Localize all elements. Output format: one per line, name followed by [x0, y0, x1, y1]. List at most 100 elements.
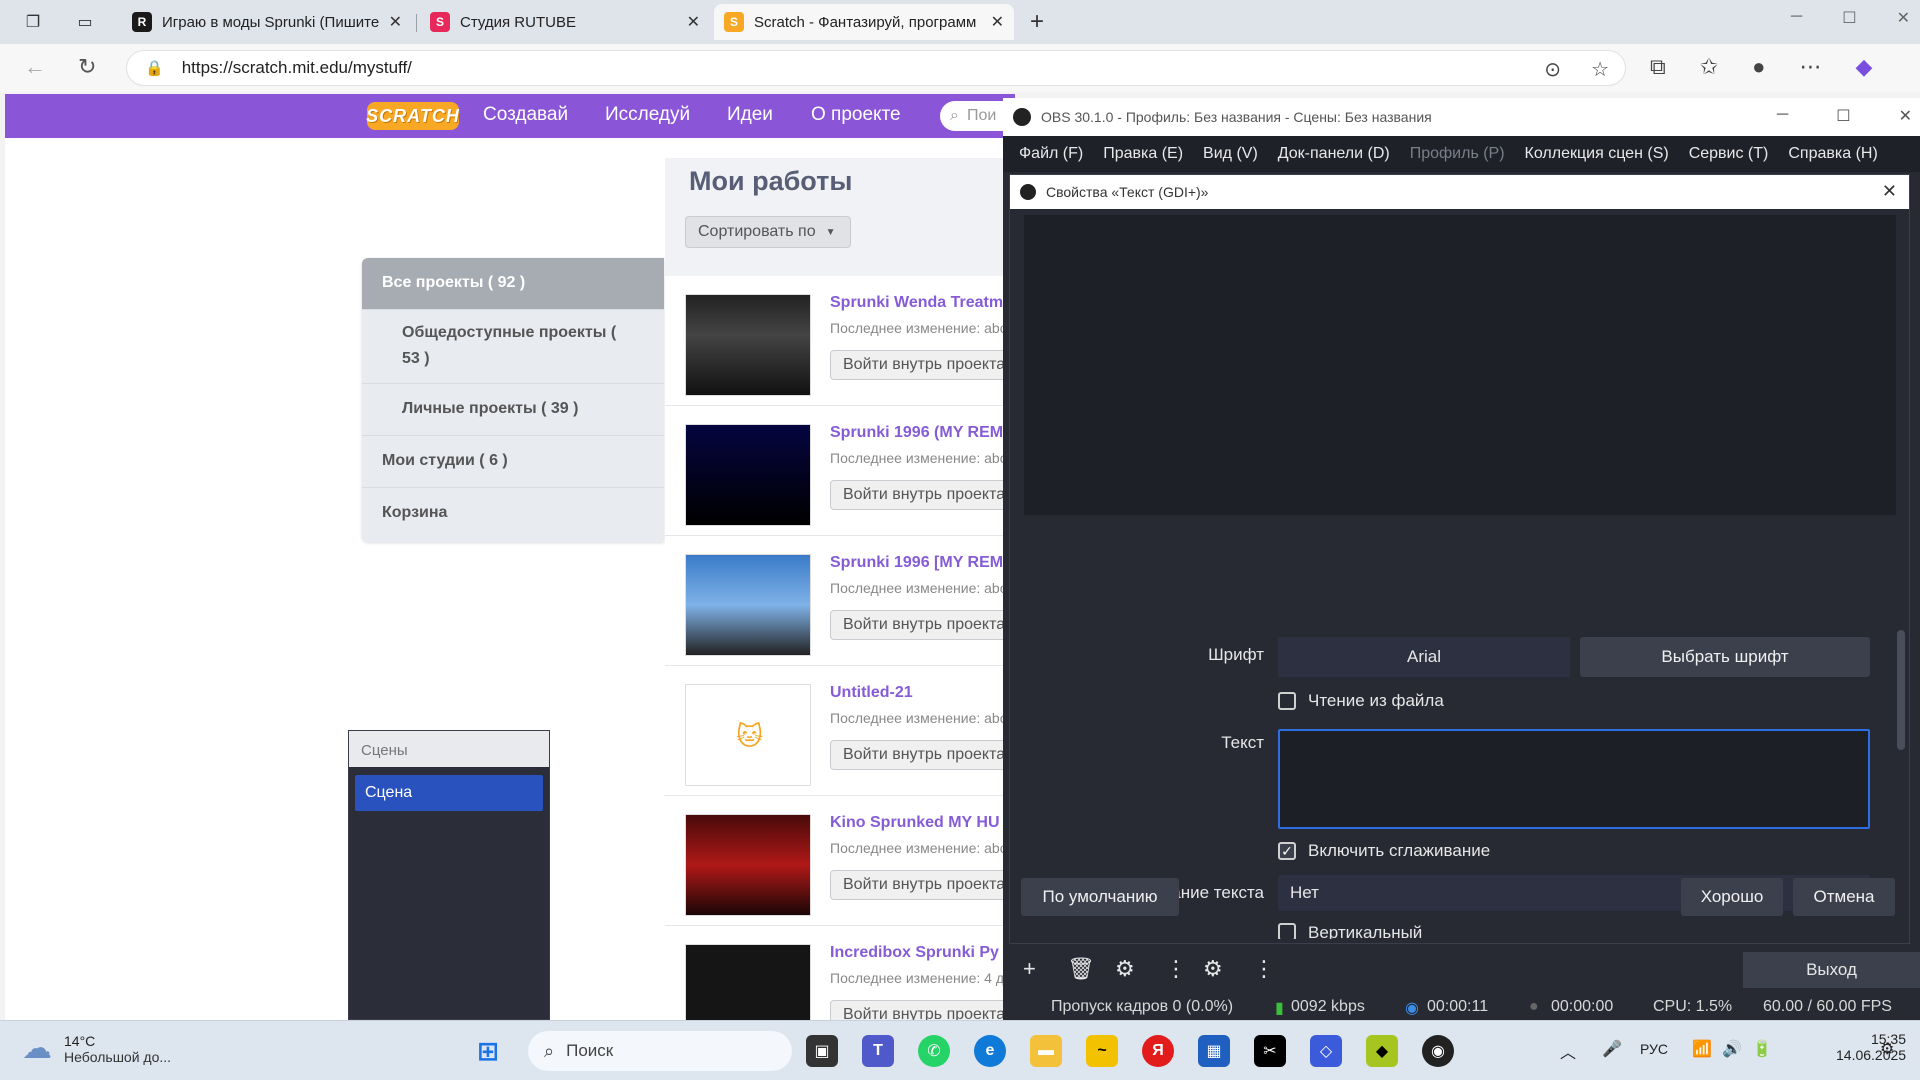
vertical-row[interactable]: Вертикальный: [1278, 923, 1422, 939]
minimize-icon[interactable]: ─: [1791, 8, 1802, 28]
close-icon[interactable]: ✕: [389, 12, 402, 32]
project-title[interactable]: Incredibox Sprunki Py: [830, 944, 999, 962]
project-thumbnail[interactable]: [685, 294, 811, 396]
capcut-icon[interactable]: ✂: [1254, 1035, 1286, 1067]
sidebar-item-trash[interactable]: Корзина: [362, 488, 664, 542]
nav-about[interactable]: О проекте: [811, 104, 901, 126]
project-thumbnail[interactable]: 🐱: [685, 684, 811, 786]
filters-gear-icon[interactable]: ⚙: [1203, 956, 1223, 982]
tab-rutube-studio[interactable]: S Студия RUTUBE ✕: [420, 4, 710, 40]
more-vertical-icon[interactable]: ⋮: [1165, 956, 1187, 982]
see-inside-button[interactable]: Войти внутрь проекта: [830, 480, 1015, 510]
maximize-icon[interactable]: ☐: [1836, 106, 1850, 126]
see-inside-button[interactable]: Войти внутрь проекта: [830, 1000, 1015, 1020]
see-inside-button[interactable]: Войти внутрь проекта: [830, 350, 1015, 380]
sidebar-item-studios[interactable]: Мои студии ( 6 ): [362, 436, 664, 488]
project-thumbnail[interactable]: [685, 814, 811, 916]
notification-icon[interactable]: ⚙: [1880, 1039, 1894, 1059]
battery-icon[interactable]: 🔋: [1752, 1039, 1772, 1059]
add-icon[interactable]: +: [1023, 956, 1036, 982]
menu-edit[interactable]: Правка (E): [1103, 145, 1183, 163]
scene-item[interactable]: Сцена: [355, 775, 543, 811]
sidebar-item-private-projects[interactable]: Личные проекты ( 39 ): [362, 384, 664, 436]
see-inside-button[interactable]: Войти внутрь проекта: [830, 610, 1015, 640]
sort-dropdown[interactable]: Сортировать по ▼: [685, 216, 851, 248]
reload-icon[interactable]: ↻: [78, 54, 96, 80]
language-indicator[interactable]: РУС: [1640, 1041, 1668, 1057]
task-view-icon[interactable]: ▣: [806, 1035, 838, 1067]
wifi-icon[interactable]: 📶: [1692, 1039, 1712, 1059]
see-inside-button[interactable]: Войти внутрь проекта: [830, 870, 1015, 900]
favorite-star-icon[interactable]: ☆: [1591, 57, 1609, 82]
read-from-file-checkbox[interactable]: [1278, 692, 1296, 710]
project-thumbnail[interactable]: [685, 944, 811, 1020]
obs-taskbar-icon[interactable]: ◉: [1422, 1035, 1454, 1067]
nav-explore[interactable]: Исследуй: [605, 104, 690, 126]
project-thumbnail[interactable]: [685, 554, 811, 656]
maximize-icon[interactable]: ☐: [1842, 8, 1856, 28]
menu-file[interactable]: Файл (F): [1019, 145, 1083, 163]
tab-sprunki[interactable]: R Играю в моды Sprunki (Пишите ✕: [122, 4, 412, 40]
text-input[interactable]: [1278, 729, 1870, 829]
back-icon[interactable]: ←: [24, 54, 46, 80]
app-blue-icon[interactable]: ◇: [1310, 1035, 1342, 1067]
yandex-music-icon[interactable]: ~: [1086, 1035, 1118, 1067]
menu-view[interactable]: Вид (V): [1203, 145, 1258, 163]
close-window-icon[interactable]: ✕: [1899, 106, 1912, 126]
antialias-checkbox[interactable]: ✓: [1278, 842, 1296, 860]
project-title[interactable]: Sprunki Wenda Treatm: [830, 294, 1003, 312]
see-inside-button[interactable]: Войти внутрь проекта: [830, 740, 1015, 770]
close-icon[interactable]: ✕: [991, 12, 1004, 32]
yandex-browser-icon[interactable]: Я: [1142, 1035, 1174, 1067]
extensions-icon[interactable]: ⧉: [1650, 54, 1666, 80]
edge-icon[interactable]: e: [974, 1035, 1006, 1067]
menu-help[interactable]: Справка (H): [1788, 145, 1877, 163]
project-title[interactable]: Untitled-21: [830, 684, 913, 702]
tray-chevron-up-icon[interactable]: ︿: [1560, 1039, 1576, 1063]
close-icon[interactable]: ✕: [687, 12, 700, 32]
sidebar-item-public-projects[interactable]: Общедоступные проекты ( 53 ): [362, 310, 664, 384]
new-tab-icon[interactable]: +: [1030, 8, 1044, 36]
nav-ideas[interactable]: Идеи: [727, 104, 773, 126]
defaults-button[interactable]: По умолчанию: [1021, 878, 1179, 916]
favorites-icon[interactable]: ✩: [1700, 54, 1718, 80]
taskbar-clock[interactable]: 15:35 14.06.2025: [1836, 1031, 1906, 1063]
project-title[interactable]: Sprunki 1996 (MY REM: [830, 424, 1003, 442]
file-explorer-icon[interactable]: ▬: [1030, 1035, 1062, 1067]
trash-icon[interactable]: 🗑: [1067, 956, 1095, 982]
scratch-logo[interactable]: SCRATCH: [366, 102, 459, 130]
minimize-icon[interactable]: ─: [1777, 106, 1788, 126]
project-title[interactable]: Sprunki 1996 [MY REM: [830, 554, 1003, 572]
dialog-scrollbar[interactable]: [1897, 630, 1905, 750]
close-icon[interactable]: ✕: [1882, 181, 1897, 202]
ok-button[interactable]: Хорошо: [1681, 878, 1783, 916]
nav-create[interactable]: Создавай: [483, 104, 568, 126]
close-window-icon[interactable]: ✕: [1897, 8, 1910, 28]
app-green-icon[interactable]: ◆: [1366, 1035, 1398, 1067]
start-windows-icon[interactable]: ⊞: [472, 1035, 504, 1067]
whatsapp-icon[interactable]: ✆: [918, 1035, 950, 1067]
teams-icon[interactable]: T: [862, 1035, 894, 1067]
more-menu-icon[interactable]: ⋯: [1799, 54, 1821, 80]
menu-tools[interactable]: Сервис (T): [1689, 145, 1769, 163]
menu-scene-collection[interactable]: Коллекция сцен (S): [1525, 145, 1669, 163]
project-title[interactable]: Kino Sprunked MY HU: [830, 814, 1000, 832]
taskbar-search[interactable]: ⌕ Поиск: [528, 1031, 792, 1071]
profile-avatar-icon[interactable]: ●: [1752, 54, 1765, 80]
cancel-button[interactable]: Отмена: [1793, 878, 1895, 916]
copilot-icon[interactable]: ◆: [1855, 54, 1872, 80]
antialias-row[interactable]: ✓ Включить сглаживание: [1278, 841, 1490, 861]
project-thumbnail[interactable]: [685, 424, 811, 526]
read-from-file-row[interactable]: Чтение из файла: [1278, 691, 1444, 711]
volume-icon[interactable]: 🔊: [1722, 1039, 1742, 1059]
microphone-icon[interactable]: 🎤: [1602, 1039, 1622, 1059]
url-bar[interactable]: 🔒 https://scratch.mit.edu/mystuff/ ⊙ ☆: [126, 50, 1626, 86]
workspaces-icon[interactable]: ❐: [18, 8, 48, 36]
menu-profile[interactable]: Профиль (P): [1410, 145, 1505, 163]
vertical-checkbox[interactable]: [1278, 923, 1296, 939]
weather-widget[interactable]: ☁ 14°C Небольшой до...: [22, 1031, 171, 1066]
choose-font-button[interactable]: Выбрать шрифт: [1580, 637, 1870, 677]
tab-scratch[interactable]: S Scratch - Фантазируй, программ ✕: [714, 4, 1014, 40]
store-icon[interactable]: ▦: [1198, 1035, 1230, 1067]
menu-docks[interactable]: Док-панели (D): [1278, 145, 1390, 163]
